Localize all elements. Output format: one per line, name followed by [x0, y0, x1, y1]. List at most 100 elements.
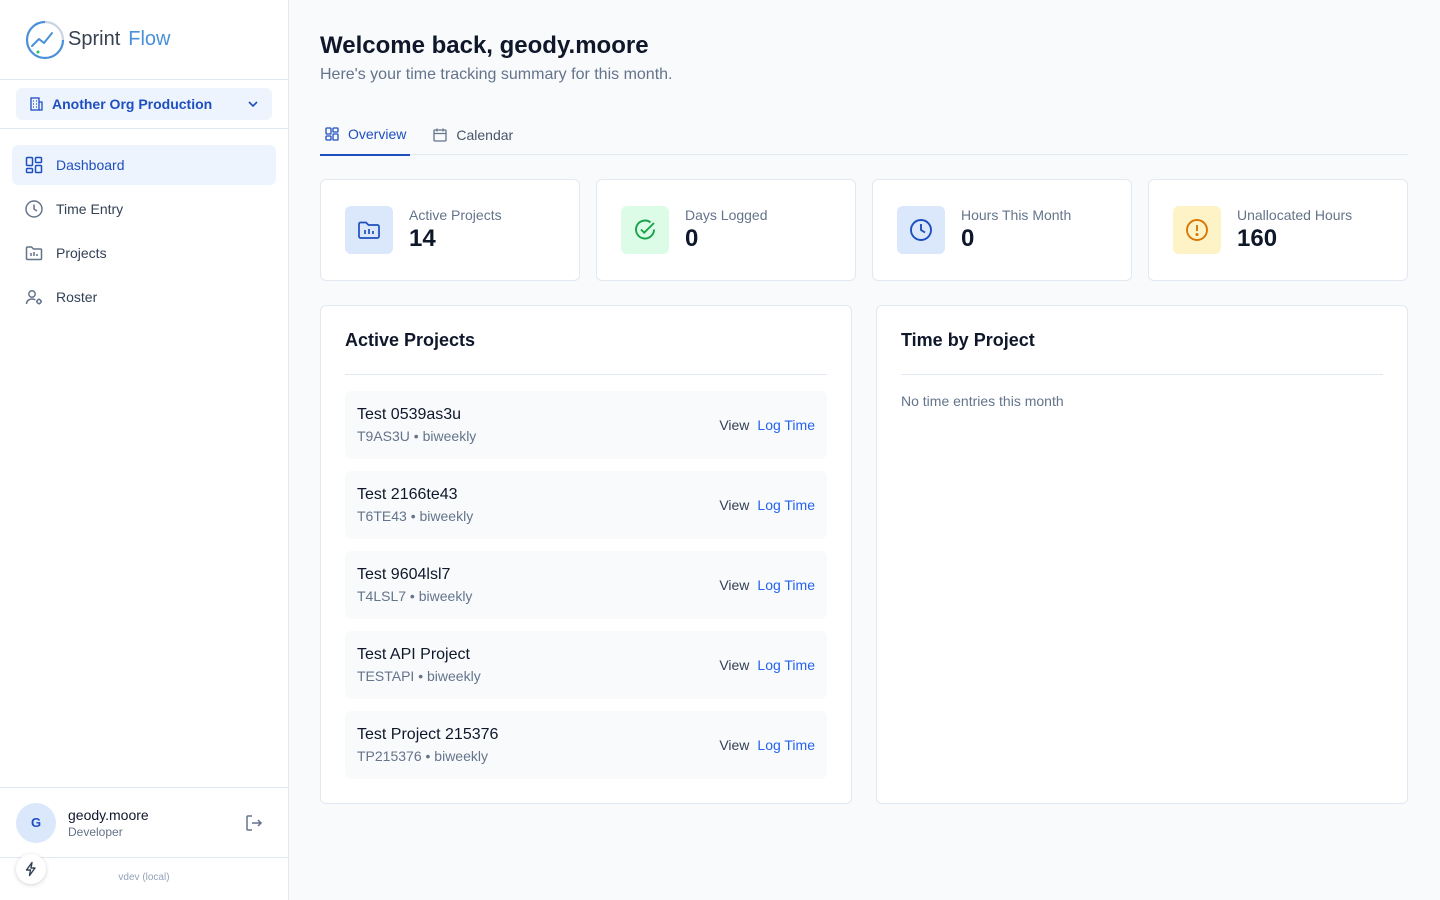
grid-icon [325, 127, 339, 141]
list-item: Test Project 215376 TP215376 • biweekly … [345, 711, 827, 779]
view-project-link[interactable]: View [719, 657, 749, 673]
stat-icon-wrap [345, 206, 393, 254]
panels-row: Active Projects Test 0539as3u T9AS3U • b… [320, 305, 1408, 804]
dashboard-icon [25, 156, 43, 174]
sidebar-item-label: Time Entry [56, 201, 124, 217]
brand-name-part1: Sprint [68, 28, 121, 50]
project-cadence: biweekly [419, 508, 474, 524]
project-code: TESTAPI [357, 668, 415, 684]
project-cadence: biweekly [427, 668, 481, 684]
tab-calendar[interactable]: Calendar [428, 114, 517, 155]
stat-card-active-projects: Active Projects 14 [320, 179, 580, 281]
project-code: T4LSL7 [357, 588, 407, 604]
org-selector-value: Another Org Production [52, 96, 213, 112]
active-projects-panel: Active Projects Test 0539as3u T9AS3U • b… [320, 305, 852, 804]
folder-icon [25, 246, 43, 261]
stat-value: 14 [409, 225, 436, 252]
quick-action-button[interactable] [16, 854, 46, 884]
sidebar-item-label: Dashboard [56, 157, 125, 173]
log-time-link[interactable]: Log Time [757, 577, 815, 593]
project-cadence: biweekly [418, 588, 473, 604]
chevron-down-icon [248, 101, 258, 108]
avatar[interactable]: G [16, 802, 56, 843]
project-name: Test 9604lsl7 [357, 566, 451, 583]
sprint-logo-icon [25, 20, 65, 59]
log-time-link[interactable]: Log Time [757, 497, 815, 513]
tab-label: Overview [348, 126, 407, 142]
calendar-icon [433, 128, 448, 142]
users-icon [25, 290, 42, 305]
sidebar-nav: Dashboard Time Entry Projects Roster [0, 129, 288, 337]
stat-icon-wrap [1173, 206, 1221, 254]
panel-title: Time by Project [901, 330, 1383, 375]
stat-label: Active Projects [409, 207, 502, 223]
stat-value: 0 [685, 225, 699, 252]
log-time-link[interactable]: Log Time [757, 417, 815, 433]
page-title: Welcome back, geody.moore [320, 32, 649, 59]
view-project-link[interactable]: View [719, 577, 749, 593]
stat-label: Unallocated Hours [1237, 207, 1353, 223]
view-project-link[interactable]: View [719, 417, 749, 433]
stat-value: 0 [961, 225, 975, 252]
project-name: Test 2166te43 [357, 486, 458, 503]
project-meta: T6TE43 • biweekly [357, 508, 474, 524]
empty-state-text: No time entries this month [901, 393, 1064, 409]
view-project-link[interactable]: View [719, 497, 749, 513]
sidebar-item-label: Projects [56, 245, 107, 261]
project-meta: T9AS3U • biweekly [357, 428, 477, 444]
project-code: T6TE43 [357, 508, 407, 524]
stat-label: Days Logged [685, 207, 768, 223]
project-name: Test API Project [357, 646, 470, 663]
project-meta: TESTAPI • biweekly [357, 668, 481, 684]
project-code: TP215376 [357, 748, 422, 764]
project-cadence: biweekly [434, 748, 488, 764]
log-time-link[interactable]: Log Time [757, 737, 815, 753]
time-by-project-panel: Time by Project No time entries this mon… [876, 305, 1408, 804]
sidebar-item-time-entry[interactable]: Time Entry [12, 189, 276, 229]
stat-card-days-logged: Days Logged 0 [596, 179, 856, 281]
stat-card-hours-this-month: Hours This Month 0 [872, 179, 1132, 281]
sidebar-item-projects[interactable]: Projects [12, 233, 276, 273]
project-code: T9AS3U [357, 428, 410, 444]
sidebar-item-roster[interactable]: Roster [12, 277, 276, 317]
brand-logo[interactable]: Sprint Flow [0, 0, 288, 80]
list-item: Test 9604lsl7 T4LSL7 • biweekly View Log… [345, 551, 827, 619]
stat-icon-wrap [897, 206, 945, 254]
main-content: Welcome back, geody.moore Here's your ti… [320, 32, 1408, 804]
user-role: Developer [68, 824, 123, 839]
list-item: Test 0539as3u T9AS3U • biweekly View Log… [345, 391, 827, 459]
log-time-link[interactable]: Log Time [757, 657, 815, 673]
project-meta: T4LSL7 • biweekly [357, 588, 473, 604]
user-name: geody.moore [68, 806, 149, 823]
project-cadence: biweekly [422, 428, 477, 444]
org-selector[interactable]: Another Org Production [16, 88, 272, 120]
sidebar: Sprint Flow Another Org Production Dashbo… [0, 0, 289, 900]
tab-bar: Overview Calendar [320, 114, 1408, 156]
project-list: Test 0539as3u T9AS3U • biweekly View Log… [345, 391, 827, 779]
sidebar-item-label: Roster [56, 289, 98, 305]
project-name: Test 0539as3u [357, 406, 462, 423]
list-item: Test API Project TESTAPI • biweekly View… [345, 631, 827, 699]
building-icon [30, 97, 43, 111]
alert-circle-icon [1186, 219, 1208, 241]
user-panel: G geody.moore Developer vdev (local) [0, 787, 288, 900]
view-project-link[interactable]: View [719, 737, 749, 753]
tab-overview[interactable]: Overview [320, 114, 411, 156]
brand-name-part2: Flow [128, 28, 171, 50]
check-circle-icon [635, 219, 655, 240]
stats-row: Active Projects 14 Days Logged 0 Hours T… [320, 179, 1408, 281]
clock-icon [910, 219, 932, 241]
project-meta: TP215376 • biweekly [357, 748, 488, 764]
list-item: Test 2166te43 T6TE43 • biweekly View Log… [345, 471, 827, 539]
page-subtitle: Here's your time tracking summary for th… [320, 66, 673, 83]
logout-icon[interactable] [244, 813, 264, 833]
project-name: Test Project 215376 [357, 726, 499, 743]
clock-icon [25, 200, 43, 218]
sidebar-item-dashboard[interactable]: Dashboard [12, 145, 276, 185]
folder-chart-icon [358, 221, 380, 239]
stat-card-unallocated-hours: Unallocated Hours 160 [1148, 179, 1408, 281]
panel-title: Active Projects [345, 330, 827, 375]
stat-label: Hours This Month [961, 207, 1072, 223]
bolt-icon [25, 861, 36, 877]
tab-label: Calendar [456, 126, 514, 143]
